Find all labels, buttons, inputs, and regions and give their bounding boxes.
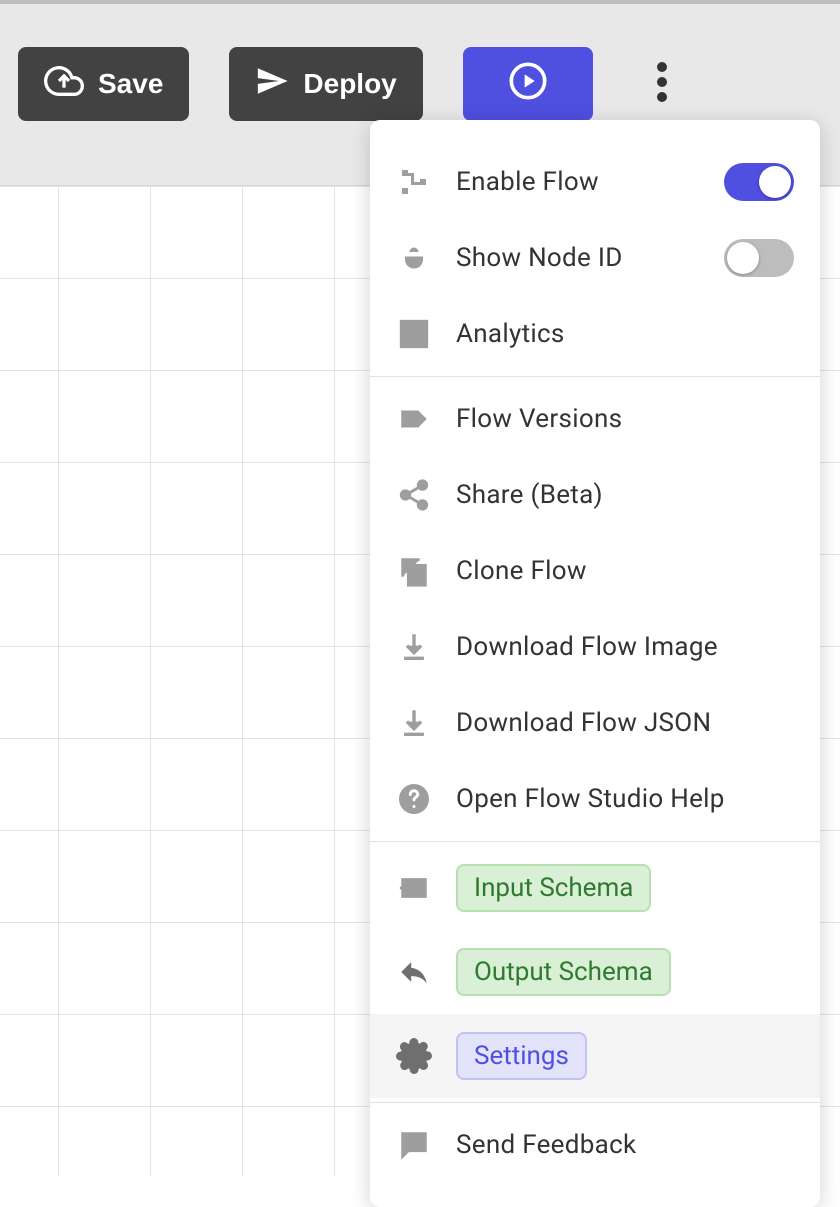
flow-icon [394,162,434,202]
menu-item-settings[interactable]: Settings [370,1014,820,1098]
analytics-icon [394,314,434,354]
feedback-icon [394,1125,434,1165]
menu-item-label: Share (Beta) [456,480,794,510]
menu-divider [370,1102,820,1103]
settings-chip: Settings [456,1032,587,1080]
more-menu-button[interactable] [637,47,687,121]
menu-item-open-help[interactable]: Open Flow Studio Help [370,761,820,837]
toolbar: Save Deploy [0,47,840,121]
input-schema-chip: Input Schema [456,864,651,912]
toggle-knob [727,242,759,274]
menu-item-input-schema[interactable]: Input Schema [370,846,820,930]
menu-item-label: Download Flow Image [456,632,794,662]
menu-item-output-schema[interactable]: Output Schema [370,930,820,1014]
copy-icon [394,551,434,591]
more-menu: Enable Flow Show Node ID Analytics Flow … [370,120,820,1207]
share-icon [394,475,434,515]
menu-item-label: Flow Versions [456,404,794,434]
enable-flow-toggle[interactable] [724,163,794,201]
gear-icon [394,1036,434,1076]
menu-item-label: Show Node ID [456,243,702,273]
play-circle-icon [508,61,548,108]
menu-item-flow-versions[interactable]: Flow Versions [370,381,820,457]
menu-item-show-node-id[interactable]: Show Node ID [370,220,820,296]
run-button[interactable] [463,47,593,121]
save-button-label: Save [98,68,163,100]
menu-item-download-flow-json[interactable]: Download Flow JSON [370,685,820,761]
menu-item-label: Enable Flow [456,167,702,197]
menu-item-download-flow-image[interactable]: Download Flow Image [370,609,820,685]
input-icon [394,868,434,908]
help-icon [394,779,434,819]
save-button[interactable]: Save [18,47,189,121]
menu-item-send-feedback[interactable]: Send Feedback [370,1107,820,1183]
menu-item-label: Send Feedback [456,1130,794,1160]
bug-icon [394,238,434,278]
download-icon [394,703,434,743]
menu-item-label: Clone Flow [456,556,794,586]
download-icon [394,627,434,667]
show-node-id-toggle[interactable] [724,239,794,277]
send-icon [255,64,289,105]
output-schema-chip: Output Schema [456,948,671,996]
deploy-button[interactable]: Deploy [229,47,422,121]
menu-item-label: Download Flow JSON [456,708,794,738]
menu-item-share[interactable]: Share (Beta) [370,457,820,533]
menu-item-analytics[interactable]: Analytics [370,296,820,372]
toggle-knob [759,166,791,198]
tag-icon [394,399,434,439]
deploy-button-label: Deploy [303,68,396,100]
menu-divider [370,376,820,377]
cloud-upload-icon [44,61,84,108]
menu-divider [370,841,820,842]
more-vertical-icon [657,62,667,106]
menu-item-clone-flow[interactable]: Clone Flow [370,533,820,609]
menu-item-enable-flow[interactable]: Enable Flow [370,144,820,220]
menu-item-label: Analytics [456,319,794,349]
menu-item-label: Open Flow Studio Help [456,784,794,814]
reply-icon [394,952,434,992]
